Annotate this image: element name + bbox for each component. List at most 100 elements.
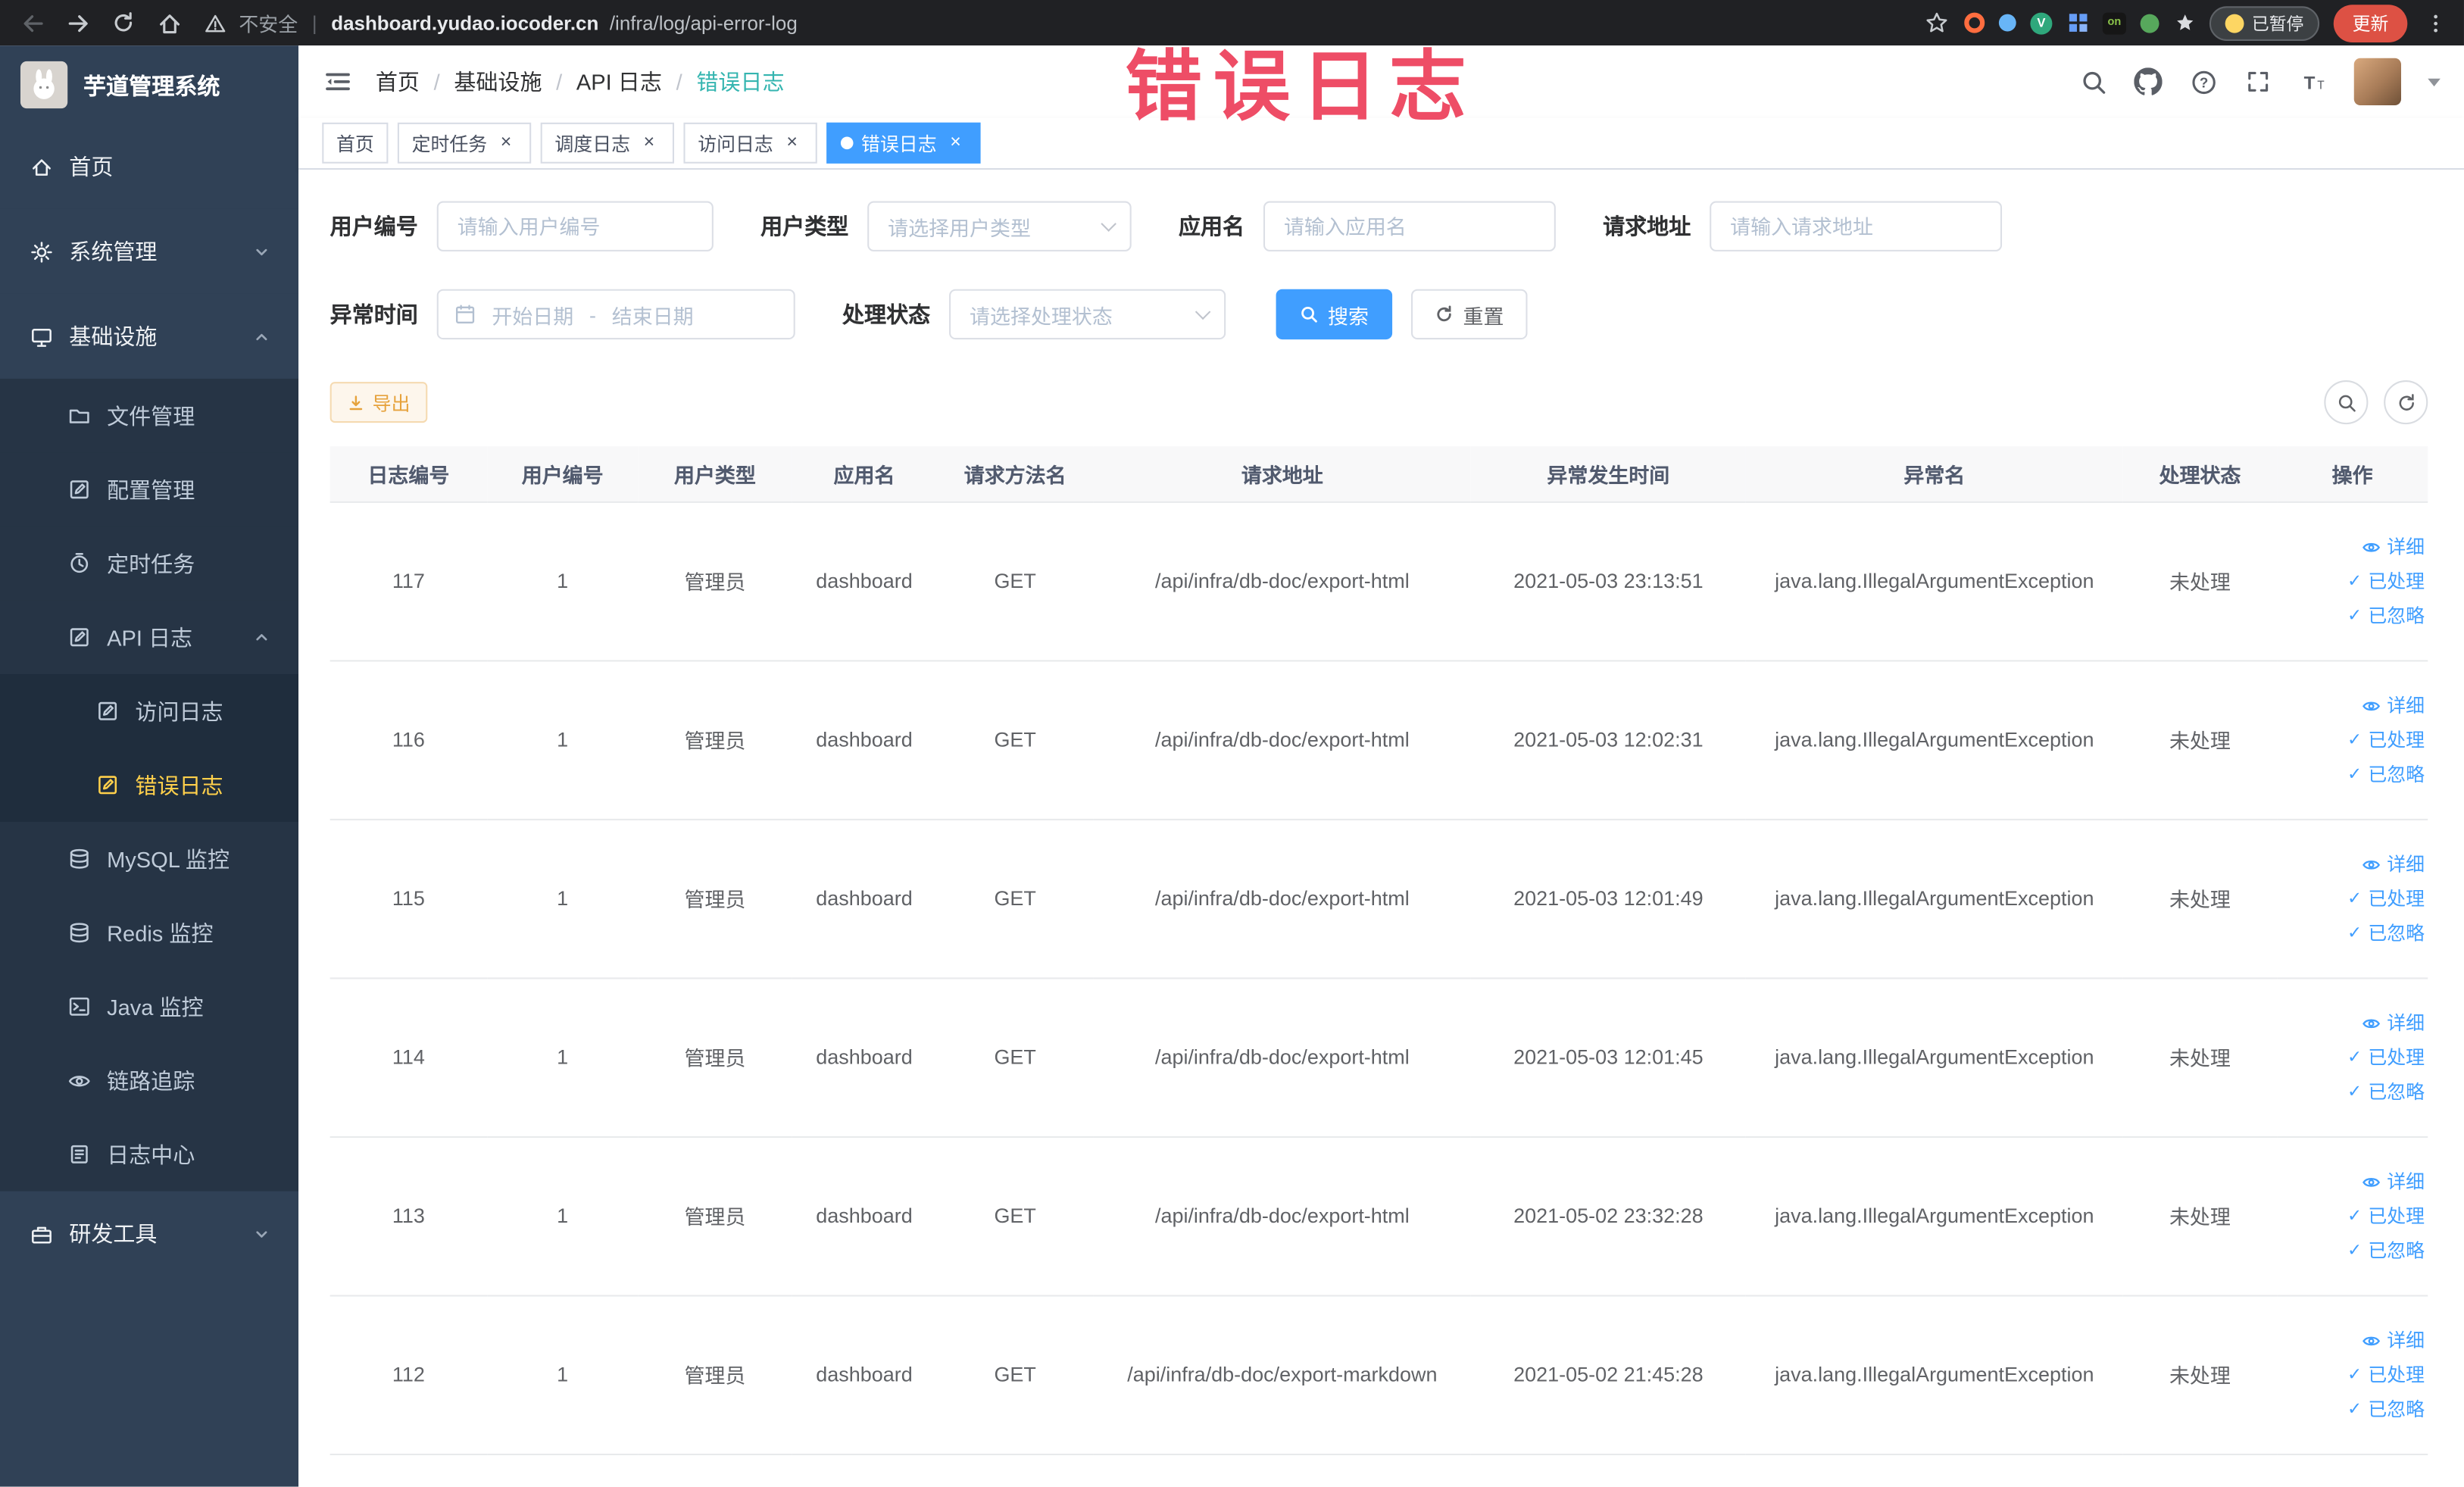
request-url-input[interactable] [1710, 201, 2003, 251]
detail-link[interactable]: 详细 [2283, 1005, 2425, 1040]
processed-link[interactable]: ✓ 已处理 [2283, 881, 2425, 916]
processed-link[interactable]: ✓ 已处理 [2283, 1198, 2425, 1233]
app-name-input[interactable] [1263, 201, 1556, 251]
github-icon[interactable] [2134, 67, 2163, 95]
cell-user_type: 管理员 [638, 1295, 792, 1455]
ignored-link[interactable]: ✓ 已忽略 [2283, 598, 2425, 633]
detail-link[interactable]: 详细 [2283, 846, 2425, 881]
ignored-link[interactable]: ✓ 已忽略 [2283, 915, 2425, 950]
tag-0[interactable]: 首页 [322, 122, 389, 164]
column-header-4: 请求方法名 [936, 446, 1094, 502]
cell-user_type: 管理员 [638, 501, 792, 661]
detail-link[interactable]: 详细 [2283, 1323, 2425, 1357]
tag-4[interactable]: 错误日志 × [826, 122, 981, 164]
close-icon[interactable]: × [945, 132, 967, 154]
tag-label: 错误日志 [861, 133, 937, 155]
search-icon[interactable] [2079, 67, 2107, 95]
column-header-7: 异常名 [1745, 446, 2123, 502]
font-size-icon[interactable]: TT [2299, 67, 2327, 95]
action-label: 已忽略 [2368, 1080, 2425, 1103]
help-icon[interactable]: ? [2189, 67, 2217, 95]
processed-link[interactable]: ✓ 已处理 [2283, 1357, 2425, 1392]
processed-link[interactable]: ✓ 已处理 [2283, 1039, 2425, 1074]
sidebar-item-6[interactable]: API 日志 [0, 600, 299, 675]
sidebar-item-9[interactable]: MySQL 监控 [0, 822, 299, 896]
cell-url: /api/infra/db-doc/export-html [1093, 818, 1471, 979]
sidebar-item-11[interactable]: Java 监控 [0, 970, 299, 1044]
address-bar[interactable]: 不安全 | dashboard.yudao.iocoder.cn/infra/l… [201, 8, 1908, 37]
sidebar-item-13[interactable]: 日志中心 [0, 1117, 299, 1192]
search-toggle-button[interactable] [2324, 380, 2369, 425]
close-icon[interactable]: × [495, 132, 517, 154]
hamburger-icon[interactable] [322, 66, 353, 97]
sidebar-item-10[interactable]: Redis 监控 [0, 895, 299, 970]
extension-icon[interactable]: on [2102, 11, 2126, 34]
sidebar-item-8[interactable]: 错误日志 [0, 748, 299, 823]
back-icon[interactable] [19, 9, 45, 36]
fullscreen-icon[interactable] [2244, 67, 2272, 95]
extension-icon[interactable]: V [2030, 11, 2053, 34]
processed-link[interactable]: ✓ 已处理 [2283, 722, 2425, 757]
filter-row-2: 异常时间 开始日期 - 结束日期 处理状态 请选择处理状态 搜索 重置 [330, 289, 2428, 340]
process-status-select[interactable]: 请选择处理状态 [949, 289, 1226, 340]
kebab-menu-icon[interactable] [2422, 9, 2448, 36]
app-logo[interactable]: 芋道管理系统 [0, 45, 298, 124]
user-type-select[interactable]: 请选择用户类型 [867, 201, 1132, 251]
cell-url: /api/infra/db-doc/export-html [1093, 660, 1471, 820]
check-icon: ✓ [2347, 1399, 2363, 1419]
sidebar-item-0[interactable]: 首页 [0, 123, 299, 209]
app-header: 首页 / 基础设施 / API 日志 / 错误日志 ? TT [298, 45, 2464, 118]
chevron-down-icon [1195, 303, 1211, 320]
refresh-table-button[interactable] [2384, 380, 2428, 425]
sidebar-item-4[interactable]: 配置管理 [0, 452, 299, 526]
close-icon[interactable]: × [638, 132, 660, 154]
sidebar-item-7[interactable]: 访问日志 [0, 674, 299, 748]
processed-link[interactable]: ✓ 已处理 [2283, 564, 2425, 598]
chevron-down-icon[interactable] [2428, 77, 2441, 86]
bookmark-star-icon[interactable] [1923, 9, 1950, 36]
browser-update-button[interactable]: 更新 [2333, 4, 2408, 42]
close-icon[interactable]: × [781, 132, 803, 154]
sidebar-item-5[interactable]: 定时任务 [0, 526, 299, 601]
filter-row-1: 用户编号 用户类型 请选择用户类型 应用名 [330, 201, 2428, 251]
cell-user_id: 1 [487, 1136, 639, 1296]
user-avatar[interactable] [2353, 58, 2401, 105]
sidebar-item-14[interactable]: 研发工具 [0, 1191, 299, 1276]
ignored-link[interactable]: ✓ 已忽略 [2283, 757, 2425, 792]
translate-paused-badge[interactable]: 已暂停 [2209, 5, 2320, 40]
sidebar-item-3[interactable]: 文件管理 [0, 378, 299, 453]
extension-icon[interactable] [1964, 12, 1985, 33]
browser-nav [19, 9, 183, 36]
tag-1[interactable]: 定时任务 × [397, 122, 532, 164]
extension-icon[interactable] [2066, 12, 2088, 34]
user-id-input[interactable] [436, 201, 714, 251]
detail-link[interactable]: 详细 [2283, 529, 2425, 564]
cell-actions: 详细 ✓ 已处理 ✓ 已忽略 [2277, 1295, 2428, 1455]
breadcrumb-item-1[interactable]: 基础设施 [454, 66, 542, 97]
sidebar-item-1[interactable]: 系统管理 [0, 208, 299, 294]
breadcrumb-item-2[interactable]: API 日志 [576, 66, 662, 97]
cell-user_id: 1 [487, 977, 639, 1137]
reset-button[interactable]: 重置 [1411, 289, 1528, 340]
browser-home-icon[interactable] [155, 9, 182, 36]
sidebar-item-2[interactable]: 基础设施 [0, 293, 299, 379]
extension-icon[interactable] [1998, 14, 2016, 32]
sidebar-item-12[interactable]: 链路追踪 [0, 1043, 299, 1118]
export-button[interactable]: 导出 [329, 382, 428, 423]
ignored-link[interactable]: ✓ 已忽略 [2283, 1233, 2425, 1268]
extension-icon[interactable] [2173, 12, 2195, 34]
ignored-link[interactable]: ✓ 已忽略 [2283, 1392, 2425, 1426]
ignored-link[interactable]: ✓ 已忽略 [2283, 1074, 2425, 1109]
forward-icon[interactable] [64, 9, 91, 36]
exception-time-range[interactable]: 开始日期 - 结束日期 [436, 289, 795, 340]
search-button[interactable]: 搜索 [1276, 289, 1393, 340]
eye-icon [66, 1068, 91, 1093]
detail-link[interactable]: 详细 [2283, 1164, 2425, 1198]
extension-icon[interactable] [2140, 13, 2160, 33]
tag-2[interactable]: 调度日志 × [540, 122, 675, 164]
tag-3[interactable]: 访问日志 × [683, 122, 817, 164]
detail-link[interactable]: 详细 [2283, 688, 2425, 723]
screen: 不安全 | dashboard.yudao.iocoder.cn/infra/l… [0, 0, 2464, 1487]
reload-icon[interactable] [110, 9, 136, 36]
breadcrumb-item-0[interactable]: 首页 [376, 66, 420, 97]
